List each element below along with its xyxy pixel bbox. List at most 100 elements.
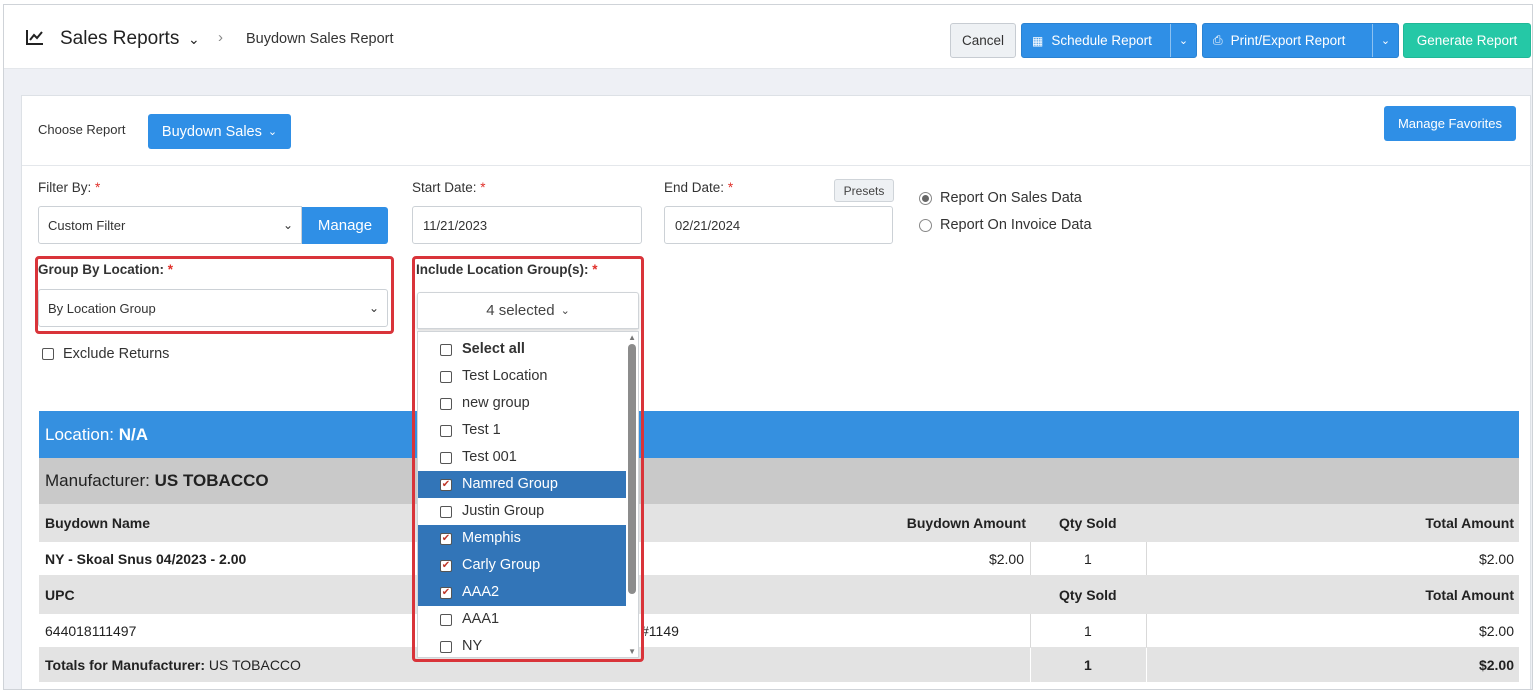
top-bar: Sales Reports ⌄ › Buydown Sales Report C… xyxy=(4,5,1532,69)
generate-report-button[interactable]: Generate Report xyxy=(1403,23,1531,58)
list-item[interactable]: Test 1 xyxy=(418,417,626,444)
multiselect-toggle-button[interactable]: 4 selected ⌄ xyxy=(417,292,639,329)
checkbox[interactable] xyxy=(440,344,452,356)
option-label: Test 1 xyxy=(462,422,501,438)
option-label: Test Location xyxy=(462,368,548,384)
option-label: Justin Group xyxy=(462,503,545,519)
chevron-down-icon[interactable]: ⌄ xyxy=(188,31,200,48)
app-window: Sales Reports ⌄ › Buydown Sales Report C… xyxy=(3,4,1533,690)
checkbox[interactable] xyxy=(440,506,452,518)
list-item[interactable]: NY xyxy=(418,633,626,657)
group-by-select[interactable]: By Location Group ⌄ xyxy=(38,289,388,327)
page-title[interactable]: Sales Reports xyxy=(60,28,179,50)
chevron-down-icon: ⌄ xyxy=(368,301,379,315)
divider xyxy=(1146,648,1147,682)
checkbox[interactable] xyxy=(440,614,452,626)
total-amount-cell: $2.00 xyxy=(1478,550,1514,567)
end-date-input[interactable]: 02/21/2024 xyxy=(664,206,893,244)
checkbox[interactable]: ✔ xyxy=(440,587,452,599)
buydown-amount-header: Buydown Amount xyxy=(906,515,1026,531)
chevron-down-icon[interactable]: ⌄ xyxy=(1170,24,1196,57)
divider xyxy=(1146,542,1147,575)
chevron-down-icon: ⌄ xyxy=(560,305,570,317)
manufacturer-value: US TOBACCO xyxy=(154,471,269,490)
total-amount-header: Total Amount xyxy=(1425,515,1514,531)
manufacturer-header-row: Manufacturer: US TOBACCO xyxy=(39,458,1519,504)
list-item[interactable]: ✔ Memphis xyxy=(418,525,626,552)
schedule-report-button[interactable]: ▦ Schedule Report ⌄ xyxy=(1021,23,1197,58)
print-export-button[interactable]: ⎙ Print/Export Report ⌄ xyxy=(1202,23,1399,58)
multiselect-options-list[interactable]: ▲ ▼ Select all Test Location new group Test… xyxy=(417,331,639,658)
select-all-option[interactable]: Select all xyxy=(418,336,626,363)
description-cell: #1149 xyxy=(641,622,679,639)
start-date-label: Start Date: * xyxy=(412,180,486,195)
option-label: Select all xyxy=(462,341,525,357)
checkbox[interactable] xyxy=(440,425,452,437)
report-panel: Choose Report Buydown Sales ⌄ Manage Fav… xyxy=(21,95,1532,689)
checkbox[interactable]: ✔ xyxy=(440,479,452,491)
qty-sold-cell: 1 xyxy=(1084,550,1092,567)
location-group-multiselect: 4 selected ⌄ ▲ ▼ Select all Test Location… xyxy=(417,292,639,658)
cancel-button[interactable]: Cancel xyxy=(950,23,1016,58)
group-by-label: Group By Location: * xyxy=(38,262,174,277)
start-date-input[interactable]: 11/21/2023 xyxy=(412,206,642,244)
divider xyxy=(22,165,1532,166)
choose-report-button[interactable]: Buydown Sales ⌄ xyxy=(148,114,291,149)
divider xyxy=(1030,614,1031,647)
multiselect-summary: 4 selected xyxy=(486,302,555,319)
option-label: NY xyxy=(462,638,483,654)
option-label: Namred Group xyxy=(462,476,558,492)
choose-report-value: Buydown Sales xyxy=(161,123,262,140)
qty-sold-total: 1 xyxy=(1084,657,1092,673)
report-on-sales-radio[interactable] xyxy=(919,192,932,205)
schedule-report-label: Schedule Report xyxy=(1051,33,1152,48)
chevron-down-icon: ⌄ xyxy=(282,218,293,232)
manage-favorites-button[interactable]: Manage Favorites xyxy=(1384,106,1516,141)
buydown-name-header: Buydown Name xyxy=(45,515,151,531)
total-amount-total: $2.00 xyxy=(1478,657,1514,673)
option-label: new group xyxy=(462,395,530,411)
location-header-row: Location: N/A xyxy=(39,411,1519,458)
buydown-amount-cell: $2.00 xyxy=(988,550,1024,567)
option-label: AAA1 xyxy=(462,611,500,627)
chevron-down-icon[interactable]: ⌄ xyxy=(1372,24,1398,57)
upc-header-row: UPC Qty Sold Total Amount xyxy=(39,576,1519,614)
totals-row: Totals for Manufacturer: US TOBACCO 1 $2… xyxy=(39,648,1519,682)
checkbox[interactable] xyxy=(440,641,452,653)
checkbox[interactable] xyxy=(440,398,452,410)
table-row: NY - Skoal Snus 04/2023 - 2.00 $2.00 1 $… xyxy=(39,542,1519,576)
scroll-up-icon[interactable]: ▲ xyxy=(628,333,636,342)
report-on-invoice-label: Report On Invoice Data xyxy=(940,217,1092,233)
divider xyxy=(1030,542,1031,575)
checkbox[interactable] xyxy=(440,371,452,383)
calendar-icon: ▦ xyxy=(1032,33,1044,48)
exclude-returns-checkbox[interactable] xyxy=(42,348,54,360)
checkbox[interactable]: ✔ xyxy=(440,560,452,572)
list-item[interactable]: ✔ Carly Group xyxy=(418,552,626,579)
list-item[interactable]: new group xyxy=(418,390,626,417)
choose-report-label: Choose Report xyxy=(38,122,126,137)
report-on-invoice-radio[interactable] xyxy=(919,219,932,232)
scroll-down-icon[interactable]: ▼ xyxy=(628,647,636,656)
table-row: 644018111497 #1149 1 $2.00 xyxy=(39,614,1519,648)
manage-filter-button[interactable]: Manage xyxy=(302,207,388,244)
qty-sold-header: Qty Sold xyxy=(1059,587,1117,603)
list-item[interactable]: Justin Group xyxy=(418,498,626,525)
list-item[interactable]: AAA1 xyxy=(418,606,626,633)
list-item[interactable]: Test Location xyxy=(418,363,626,390)
list-item[interactable]: Test 001 xyxy=(418,444,626,471)
scrollbar-thumb[interactable] xyxy=(628,344,636,594)
checkbox[interactable] xyxy=(440,452,452,464)
line-chart-icon xyxy=(26,30,43,45)
list-item[interactable]: ✔ AAA2 xyxy=(418,579,626,606)
option-label: Carly Group xyxy=(462,557,541,573)
exclude-returns-label: Exclude Returns xyxy=(63,346,170,362)
list-item[interactable]: ✔ Namred Group xyxy=(418,471,626,498)
totals-label-cell: Totals for Manufacturer: US TOBACCO xyxy=(45,657,301,673)
breadcrumb-separator-icon: › xyxy=(218,29,223,46)
upc-header: UPC xyxy=(45,587,75,603)
total-amount-header: Total Amount xyxy=(1425,587,1514,603)
presets-button[interactable]: Presets xyxy=(834,179,894,202)
checkbox[interactable]: ✔ xyxy=(440,533,452,545)
filter-by-select[interactable]: Custom Filter ⌄ xyxy=(38,206,302,244)
